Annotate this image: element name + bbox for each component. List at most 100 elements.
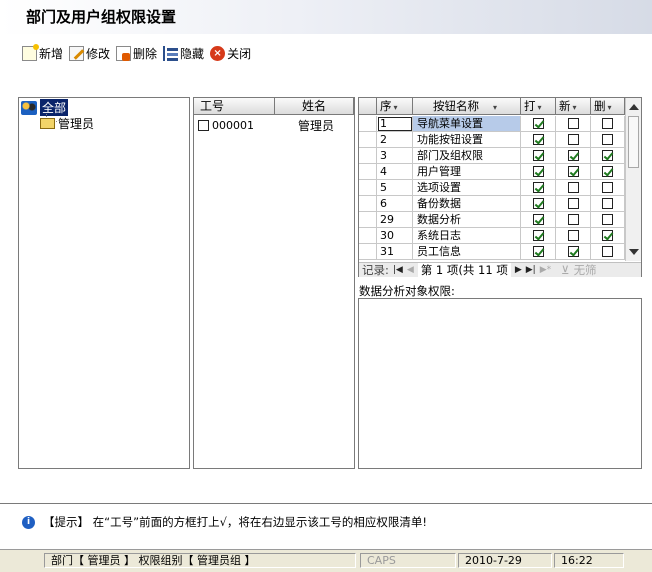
permission-row[interactable]: 3 部门及组权限 [359, 148, 625, 164]
hide-button[interactable]: 隐藏 [163, 45, 204, 62]
title-bar: 部门及用户组权限设置 [0, 0, 652, 34]
permission-del-checkbox[interactable] [602, 182, 613, 193]
hint-bar: i 【提示】 在“工号”前面的方框打上√，将在右边显示该工号的相应权限清单! [22, 514, 427, 530]
next-record-button[interactable]: ▶ [515, 265, 522, 275]
column-header-seq[interactable]: 序 ▾ [377, 98, 413, 115]
vertical-scrollbar[interactable] [625, 98, 641, 261]
permission-cell-del [591, 180, 625, 196]
permission-cell-open [521, 228, 556, 244]
permission-cell-del [591, 116, 625, 132]
permission-add-checkbox[interactable] [567, 182, 579, 193]
row-selector[interactable] [359, 164, 377, 180]
permission-del-checkbox[interactable] [602, 150, 613, 161]
permission-open-checkbox[interactable] [532, 134, 544, 145]
column-header-button-name[interactable]: 按钮名称 ▾ [413, 98, 521, 115]
row-selector[interactable] [359, 180, 377, 196]
scroll-thumb[interactable] [628, 116, 639, 168]
permission-del-checkbox[interactable] [602, 246, 613, 257]
permission-open-checkbox[interactable] [532, 166, 544, 177]
row-selector[interactable] [359, 196, 377, 212]
prev-record-button[interactable]: ◀ [407, 265, 414, 275]
filter-icon: ⊻ [561, 263, 570, 277]
permission-seq: 3 [377, 148, 413, 164]
column-header-delete[interactable]: 删 ▾ [591, 98, 625, 115]
permission-del-checkbox[interactable] [602, 214, 613, 225]
permission-row[interactable]: 6 备份数据 [359, 196, 625, 212]
permission-add-checkbox[interactable] [567, 166, 579, 177]
new-record-button[interactable]: ▶* [540, 265, 551, 275]
permission-cell-del [591, 164, 625, 180]
department-tree[interactable]: 全部 管理员 [18, 97, 190, 469]
scroll-up-arrow-icon[interactable] [629, 104, 639, 110]
hide-button-label: 隐藏 [180, 46, 205, 61]
permission-open-checkbox[interactable] [532, 118, 544, 129]
column-header-add[interactable]: 新 ▾ [556, 98, 591, 115]
permission-del-checkbox[interactable] [602, 198, 613, 209]
status-bar: 部门【 管理员 】 权限组别【 管理员组 】 CAPS 2010-7-29 16… [0, 549, 652, 572]
permission-del-checkbox[interactable] [602, 166, 613, 177]
permission-add-checkbox[interactable] [567, 214, 579, 225]
permission-row[interactable]: 5 选项设置 [359, 180, 625, 196]
permission-cell-del [591, 148, 625, 164]
permission-del-checkbox[interactable] [602, 134, 613, 145]
edit-button-label: 修改 [86, 46, 111, 61]
permission-open-checkbox[interactable] [532, 246, 544, 257]
edit-button[interactable]: 修改 [69, 45, 110, 62]
first-record-button[interactable]: |◀ [393, 265, 403, 275]
users-group-icon [21, 100, 37, 115]
delete-button[interactable]: 删除 [116, 45, 157, 62]
hide-tree-icon [163, 45, 179, 61]
employee-select-checkbox[interactable] [198, 119, 209, 131]
data-scope-panel[interactable] [358, 298, 642, 469]
column-header-id[interactable]: 工号 [194, 98, 276, 115]
close-button[interactable]: × 关闭 [210, 45, 251, 62]
permission-button-name: 用户管理 [413, 164, 521, 180]
permission-row[interactable]: 31 员工信息 [359, 244, 625, 260]
permission-row[interactable]: 2 功能按钮设置 [359, 132, 625, 148]
permission-row[interactable]: 4 用户管理 [359, 164, 625, 180]
permission-cell-add [556, 244, 591, 260]
permission-del-checkbox[interactable] [602, 230, 613, 241]
permission-button-name: 数据分析 [413, 212, 521, 228]
record-position[interactable]: 第 1 项(共 11 项 [417, 263, 511, 277]
data-scope-label: 数据分析对象权限: [359, 284, 455, 298]
permission-add-checkbox[interactable] [567, 150, 579, 161]
column-header-name[interactable]: 姓名 [275, 98, 354, 115]
row-selector[interactable] [359, 244, 377, 260]
permission-add-checkbox[interactable] [567, 134, 579, 145]
permission-row[interactable]: 30 系统日志 [359, 228, 625, 244]
permission-open-checkbox[interactable] [532, 182, 544, 193]
row-selector[interactable] [359, 132, 377, 148]
last-record-button[interactable]: ▶| [526, 265, 536, 275]
permission-cell-open [521, 164, 556, 180]
permission-add-checkbox[interactable] [567, 198, 579, 209]
permission-cell-open [521, 244, 556, 260]
new-document-icon [22, 43, 39, 61]
row-selector[interactable] [359, 116, 377, 132]
toolbar: 新增 修改 删除 隐藏 × 关闭 [22, 43, 251, 63]
permission-open-checkbox[interactable] [532, 198, 544, 209]
tree-node-root-label: 全部 [40, 99, 69, 116]
permission-add-checkbox[interactable] [567, 246, 579, 257]
permission-del-checkbox[interactable] [602, 118, 613, 129]
permission-row[interactable]: 29 数据分析 [359, 212, 625, 228]
scroll-down-arrow-icon[interactable] [629, 249, 639, 255]
employee-row[interactable]: 000001 管理员 [198, 117, 354, 133]
permission-open-checkbox[interactable] [532, 230, 544, 241]
tree-node-admin[interactable]: 管理员 [40, 115, 94, 132]
tree-node-root[interactable]: 全部 [21, 99, 69, 116]
column-header-open[interactable]: 打 ▾ [521, 98, 556, 115]
permission-open-checkbox[interactable] [532, 214, 544, 225]
permission-open-checkbox[interactable] [532, 150, 544, 161]
info-icon: i [22, 515, 35, 529]
filter-status[interactable]: 无筛 [574, 263, 597, 277]
permission-cell-open [521, 116, 556, 132]
permission-add-checkbox[interactable] [567, 118, 579, 129]
row-selector[interactable] [359, 148, 377, 164]
hint-text: 【提示】 在“工号”前面的方框打上√，将在右边显示该工号的相应权限清单! [43, 515, 428, 529]
permission-add-checkbox[interactable] [567, 230, 579, 241]
row-selector[interactable] [359, 228, 377, 244]
new-button[interactable]: 新增 [22, 43, 63, 62]
permission-row[interactable]: 1 导航菜单设置 [359, 116, 625, 132]
row-selector[interactable] [359, 212, 377, 228]
